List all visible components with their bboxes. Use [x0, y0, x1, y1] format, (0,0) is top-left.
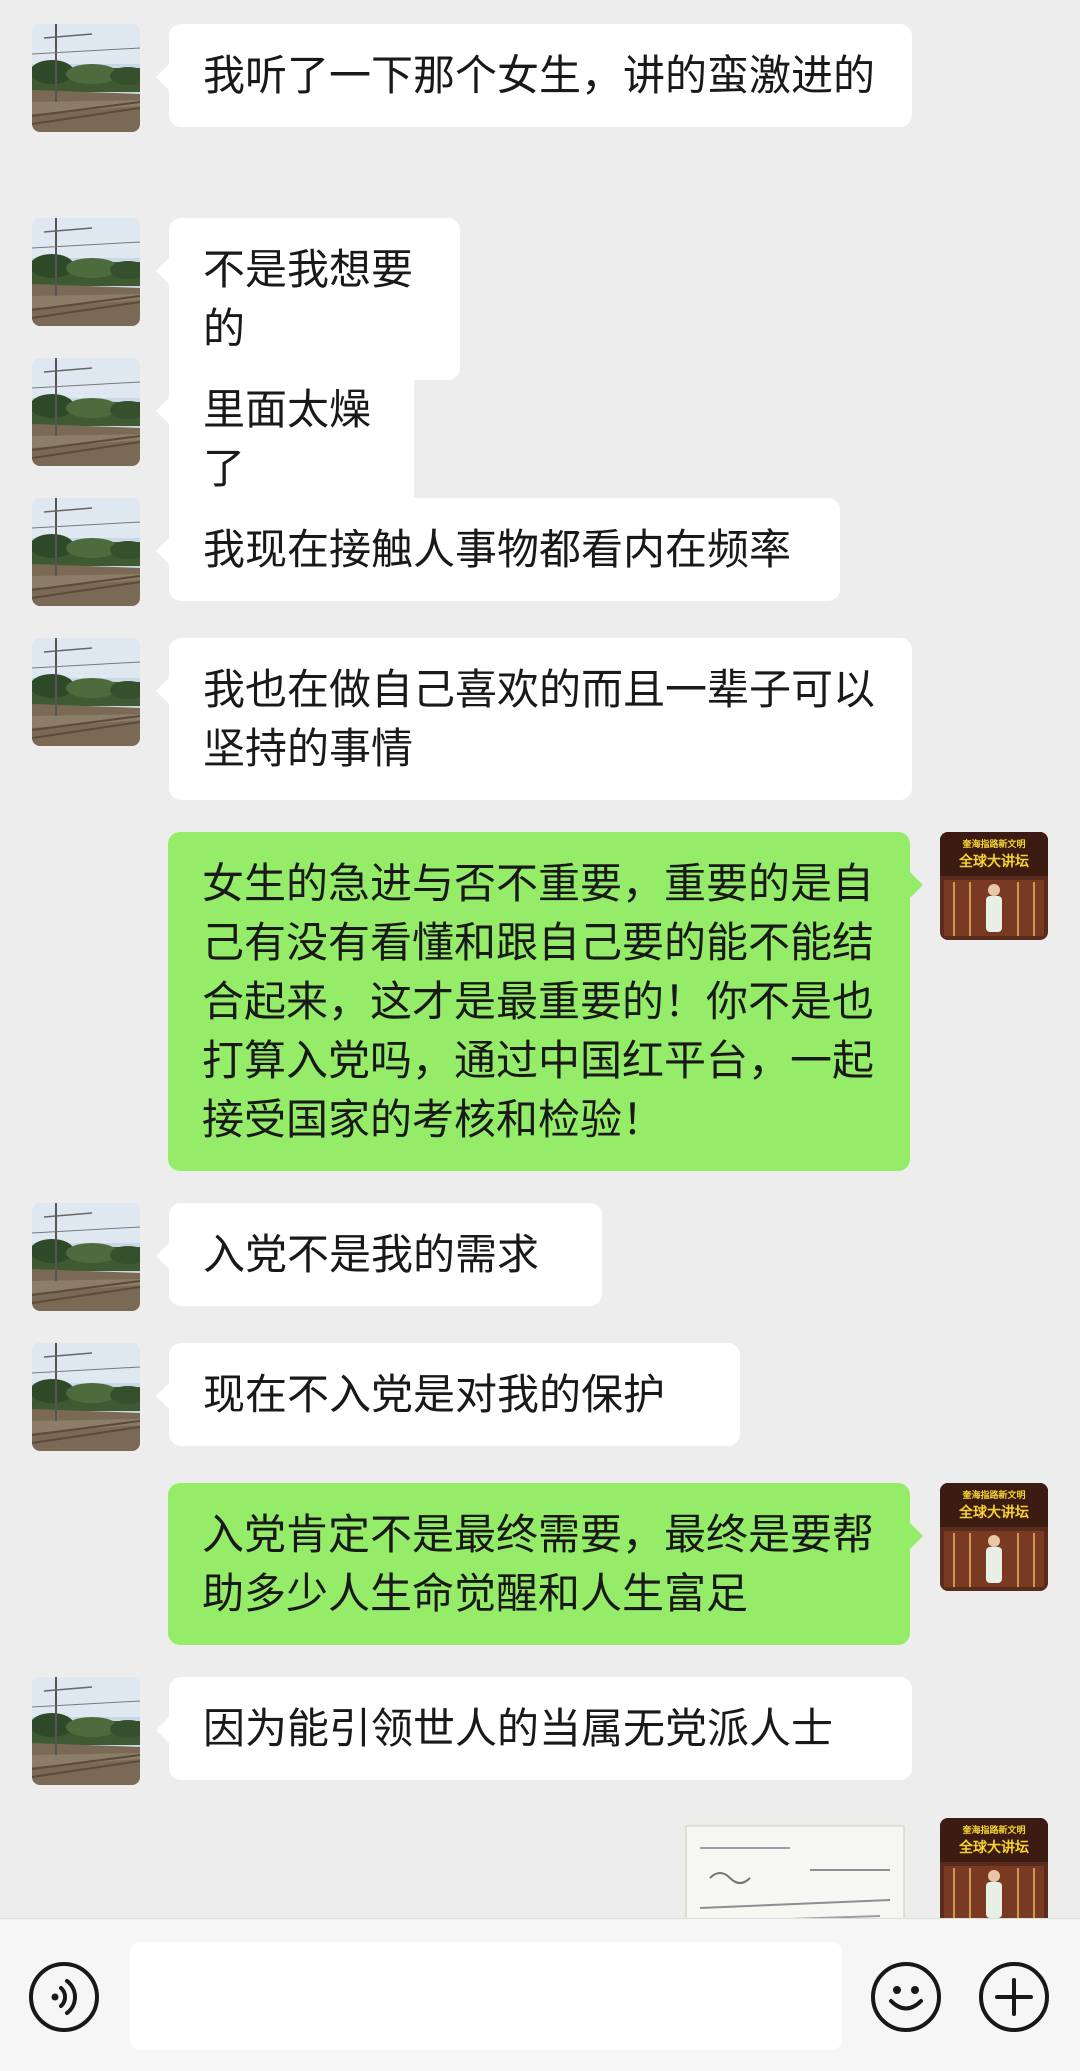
svg-text:奎海指路新文明: 奎海指路新文明 [961, 1489, 1025, 1501]
svg-text:全球大讲坛: 全球大讲坛 [958, 1504, 1029, 1521]
svg-text:全球大讲坛: 全球大讲坛 [958, 853, 1029, 870]
message-input[interactable] [130, 1942, 842, 2050]
incoming-message-bubble[interactable]: 我也在做自己喜欢的而且一辈子可以坚持的事情 [156, 638, 912, 800]
contact-avatar[interactable] [32, 24, 140, 132]
voice-icon[interactable] [29, 1962, 99, 2032]
input-bar [0, 1918, 1080, 2071]
incoming-message-bubble[interactable]: 我现在接触人事物都看内在频率 [156, 498, 840, 601]
incoming-message-bubble[interactable]: 我听了一下那个女生，讲的蛮激进的 [156, 24, 912, 127]
incoming-message-bubble[interactable]: 因为能引领世人的当属无党派人士 [156, 1677, 912, 1780]
contact-avatar[interactable] [32, 498, 140, 606]
contact-avatar[interactable] [32, 358, 140, 466]
contact-avatar[interactable] [32, 1343, 140, 1451]
self-avatar[interactable]: 奎海指路新文明全球大讲坛 [940, 1818, 1048, 1918]
incoming-message-bubble[interactable]: 里面太燥了 [156, 358, 414, 520]
chat-area[interactable]: 我听了一下那个女生，讲的蛮激进的不是我想要的 里面太燥了 我现在接触人事物都看内在频… [0, 0, 1080, 1918]
svg-text:奎海指路新文明: 奎海指路新文明 [961, 838, 1025, 850]
svg-text:奎海指路新文明: 奎海指路新文明 [961, 1824, 1025, 1836]
self-avatar[interactable]: 奎海指路新文明全球大讲坛 [940, 1483, 1048, 1591]
outgoing-message-bubble[interactable]: 入党肯定不是最终需要，最终是要帮助多少人生命觉醒和人生富足 [168, 1483, 923, 1645]
plus-icon[interactable] [979, 1962, 1049, 2032]
incoming-message-bubble[interactable]: 不是我想要的 [156, 218, 460, 380]
contact-avatar[interactable] [32, 218, 140, 326]
svg-text:全球大讲坛: 全球大讲坛 [958, 1839, 1029, 1856]
incoming-message-bubble[interactable]: 现在不入党是对我的保护 [156, 1343, 740, 1446]
outgoing-message-bubble[interactable]: 女生的急进与否不重要，重要的是自己有没有看懂和跟自己要的能不能结合起来，这才是最… [168, 832, 923, 1171]
self-avatar[interactable]: 奎海指路新文明全球大讲坛 [940, 832, 1048, 940]
contact-avatar[interactable] [32, 638, 140, 746]
image-message[interactable] [680, 1818, 910, 1918]
emoji-icon[interactable] [871, 1962, 941, 2032]
contact-avatar[interactable] [32, 1677, 140, 1785]
incoming-message-bubble[interactable]: 入党不是我的需求 [156, 1203, 602, 1306]
contact-avatar[interactable] [32, 1203, 140, 1311]
